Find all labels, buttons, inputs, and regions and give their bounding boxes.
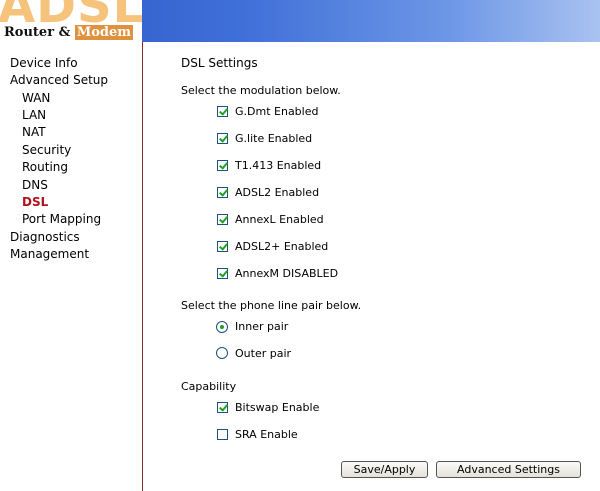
bitswap-label: Bitswap Enable bbox=[235, 401, 320, 414]
logo-router-text: Router & bbox=[4, 25, 71, 40]
outer-pair-radio[interactable] bbox=[216, 347, 228, 359]
sidebar: Device Info Advanced Setup WAN LAN NAT S… bbox=[0, 42, 143, 491]
modulation-prompt: Select the modulation below. bbox=[181, 84, 341, 97]
sidebar-item-diagnostics[interactable]: Diagnostics bbox=[10, 230, 80, 245]
sidebar-item-port-mapping[interactable]: Port Mapping bbox=[22, 212, 101, 227]
sidebar-item-advanced-setup[interactable]: Advanced Setup bbox=[10, 73, 108, 88]
inner-pair-label: Inner pair bbox=[235, 320, 289, 333]
sidebar-item-security[interactable]: Security bbox=[22, 143, 71, 158]
t1413-label: T1.413 Enabled bbox=[235, 159, 322, 172]
capability-title: Capability bbox=[181, 380, 237, 393]
sidebar-item-management[interactable]: Management bbox=[10, 247, 89, 262]
sidebar-item-dsl[interactable]: DSL bbox=[22, 195, 48, 210]
sidebar-item-device-info[interactable]: Device Info bbox=[10, 56, 78, 71]
glite-checkbox[interactable] bbox=[217, 133, 228, 144]
inner-pair-radio[interactable] bbox=[216, 321, 228, 333]
annexm-label: AnnexM DISABLED bbox=[235, 267, 339, 280]
sidebar-item-lan[interactable]: LAN bbox=[22, 108, 46, 123]
annexl-label: AnnexL Enabled bbox=[235, 213, 324, 226]
adsl2-label: ADSL2 Enabled bbox=[235, 186, 320, 199]
save-apply-button[interactable]: Save/Apply bbox=[341, 461, 428, 478]
sidebar-item-nat[interactable]: NAT bbox=[22, 125, 46, 140]
annexm-checkbox[interactable] bbox=[217, 268, 228, 279]
bitswap-checkbox[interactable] bbox=[217, 402, 228, 413]
gdmt-checkbox[interactable] bbox=[217, 106, 228, 117]
sidebar-item-dns[interactable]: DNS bbox=[22, 178, 48, 193]
adsl2plus-checkbox[interactable] bbox=[217, 241, 228, 252]
t1413-checkbox[interactable] bbox=[217, 160, 228, 171]
sidebar-item-wan[interactable]: WAN bbox=[22, 91, 50, 106]
gdmt-label: G.Dmt Enabled bbox=[235, 105, 319, 118]
page-title: DSL Settings bbox=[181, 56, 258, 70]
sra-checkbox[interactable] bbox=[217, 429, 228, 440]
outer-pair-label: Outer pair bbox=[235, 347, 292, 360]
sidebar-item-routing[interactable]: Routing bbox=[22, 160, 68, 175]
pair-prompt: Select the phone line pair below. bbox=[181, 299, 362, 312]
advanced-settings-button[interactable]: Advanced Settings bbox=[436, 461, 581, 478]
adsl2-checkbox[interactable] bbox=[217, 187, 228, 198]
logo-router-modem-text: Router & Modem bbox=[4, 25, 134, 41]
header-banner: ADSL Router & Modem bbox=[0, 0, 600, 42]
adsl2plus-label: ADSL2+ Enabled bbox=[235, 240, 329, 253]
logo: ADSL Router & Modem bbox=[0, 0, 142, 42]
glite-label: G.lite Enabled bbox=[235, 132, 313, 145]
annexl-checkbox[interactable] bbox=[217, 214, 228, 225]
logo-modem-text: Modem bbox=[74, 25, 134, 40]
sra-label: SRA Enable bbox=[235, 428, 298, 441]
